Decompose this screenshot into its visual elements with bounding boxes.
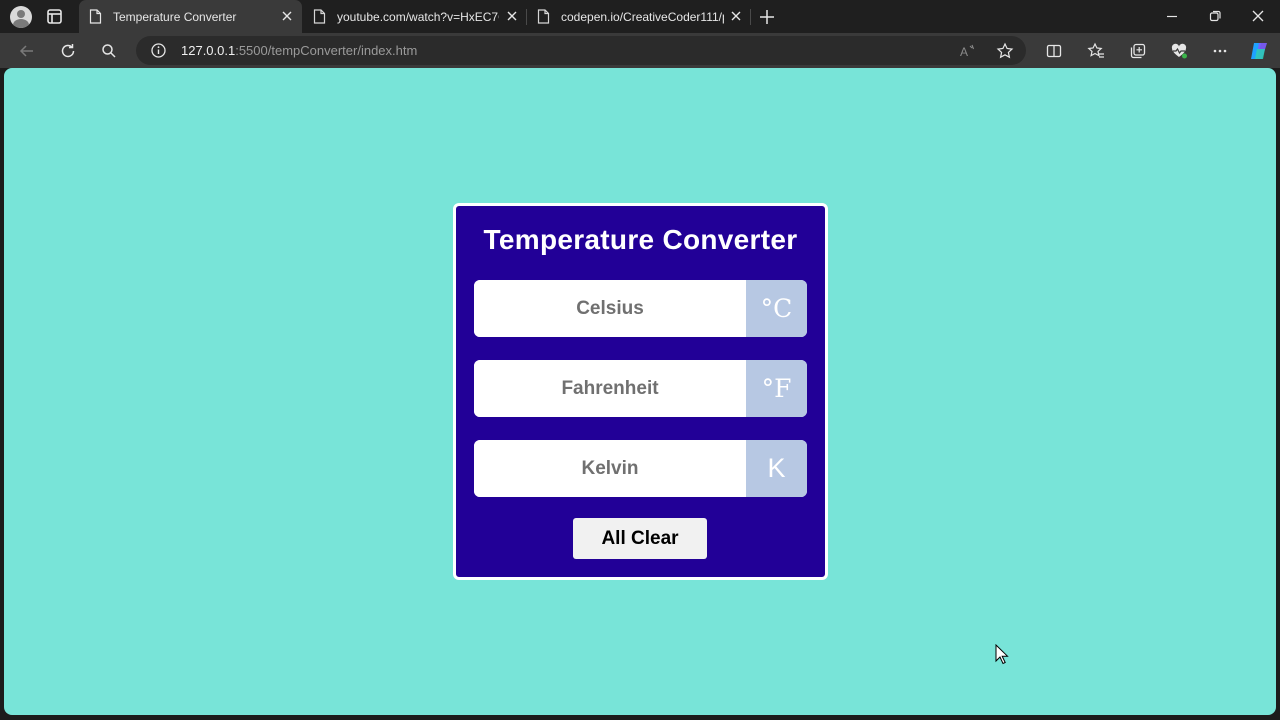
page-viewport: Temperature Converter °C °F K All Clear — [4, 68, 1276, 715]
kelvin-input[interactable] — [474, 440, 746, 497]
page-icon — [313, 9, 326, 24]
url-text[interactable]: 127.0.0.1:5500/tempConverter/index.htm — [181, 43, 417, 58]
address-toolbar: 127.0.0.1:5500/tempConverter/index.htm A — [0, 33, 1280, 68]
new-tab-icon[interactable] — [758, 8, 776, 26]
health-icon[interactable] — [1170, 42, 1188, 60]
tab-separator — [750, 9, 751, 25]
close-icon[interactable] — [280, 9, 294, 23]
address-bar[interactable]: 127.0.0.1:5500/tempConverter/index.htm A — [136, 36, 1026, 65]
refresh-icon[interactable] — [59, 42, 77, 60]
url-host: 127.0.0.1 — [181, 43, 236, 58]
favorite-star-icon[interactable] — [996, 42, 1014, 60]
page-icon — [89, 9, 102, 24]
page-icon — [537, 9, 550, 24]
close-icon[interactable] — [729, 9, 743, 23]
profile-icon[interactable] — [10, 6, 32, 28]
converter-card: Temperature Converter °C °F K All Clear — [453, 203, 828, 580]
collections-icon[interactable] — [1129, 42, 1147, 60]
close-window-icon[interactable] — [1250, 8, 1266, 24]
celsius-row: °C — [474, 280, 807, 337]
page-title: Temperature Converter — [483, 224, 798, 255]
kelvin-unit: K — [746, 440, 807, 497]
all-clear-button[interactable]: All Clear — [573, 518, 707, 559]
kelvin-row: K — [474, 440, 807, 497]
favorites-icon[interactable] — [1087, 42, 1105, 60]
tab-label: youtube.com/watch?v=HxEC7Q — [337, 10, 499, 24]
celsius-input[interactable] — [474, 280, 746, 337]
svg-text:A: A — [960, 45, 968, 59]
url-path: :5500/tempConverter/index.htm — [235, 43, 418, 58]
fahrenheit-input[interactable] — [474, 360, 746, 417]
restore-icon[interactable] — [1207, 8, 1223, 24]
search-icon[interactable] — [100, 42, 118, 60]
celsius-unit: °C — [746, 280, 807, 337]
tab-actions-icon[interactable] — [46, 8, 64, 25]
read-aloud-icon[interactable]: A — [959, 42, 977, 60]
split-screen-icon[interactable] — [1045, 42, 1063, 60]
copilot-icon[interactable] — [1248, 40, 1270, 62]
minimize-icon[interactable] — [1164, 8, 1180, 24]
tab-codepen[interactable]: codepen.io/CreativeCoder111/p — [527, 0, 749, 33]
back-icon[interactable] — [18, 42, 36, 60]
more-icon[interactable] — [1211, 42, 1229, 60]
fahrenheit-row: °F — [474, 360, 807, 417]
tab-youtube[interactable]: youtube.com/watch?v=HxEC7Q — [303, 0, 525, 33]
tab-label: Temperature Converter — [113, 10, 237, 24]
fahrenheit-unit: °F — [746, 360, 807, 417]
tab-strip: Temperature Converter youtube.com/watch?… — [0, 0, 1280, 33]
tab-label: codepen.io/CreativeCoder111/p — [561, 10, 724, 24]
cursor-icon — [995, 643, 1009, 665]
close-icon[interactable] — [505, 9, 519, 23]
info-icon[interactable] — [150, 42, 167, 59]
tab-temperature-converter[interactable]: Temperature Converter — [79, 0, 302, 33]
